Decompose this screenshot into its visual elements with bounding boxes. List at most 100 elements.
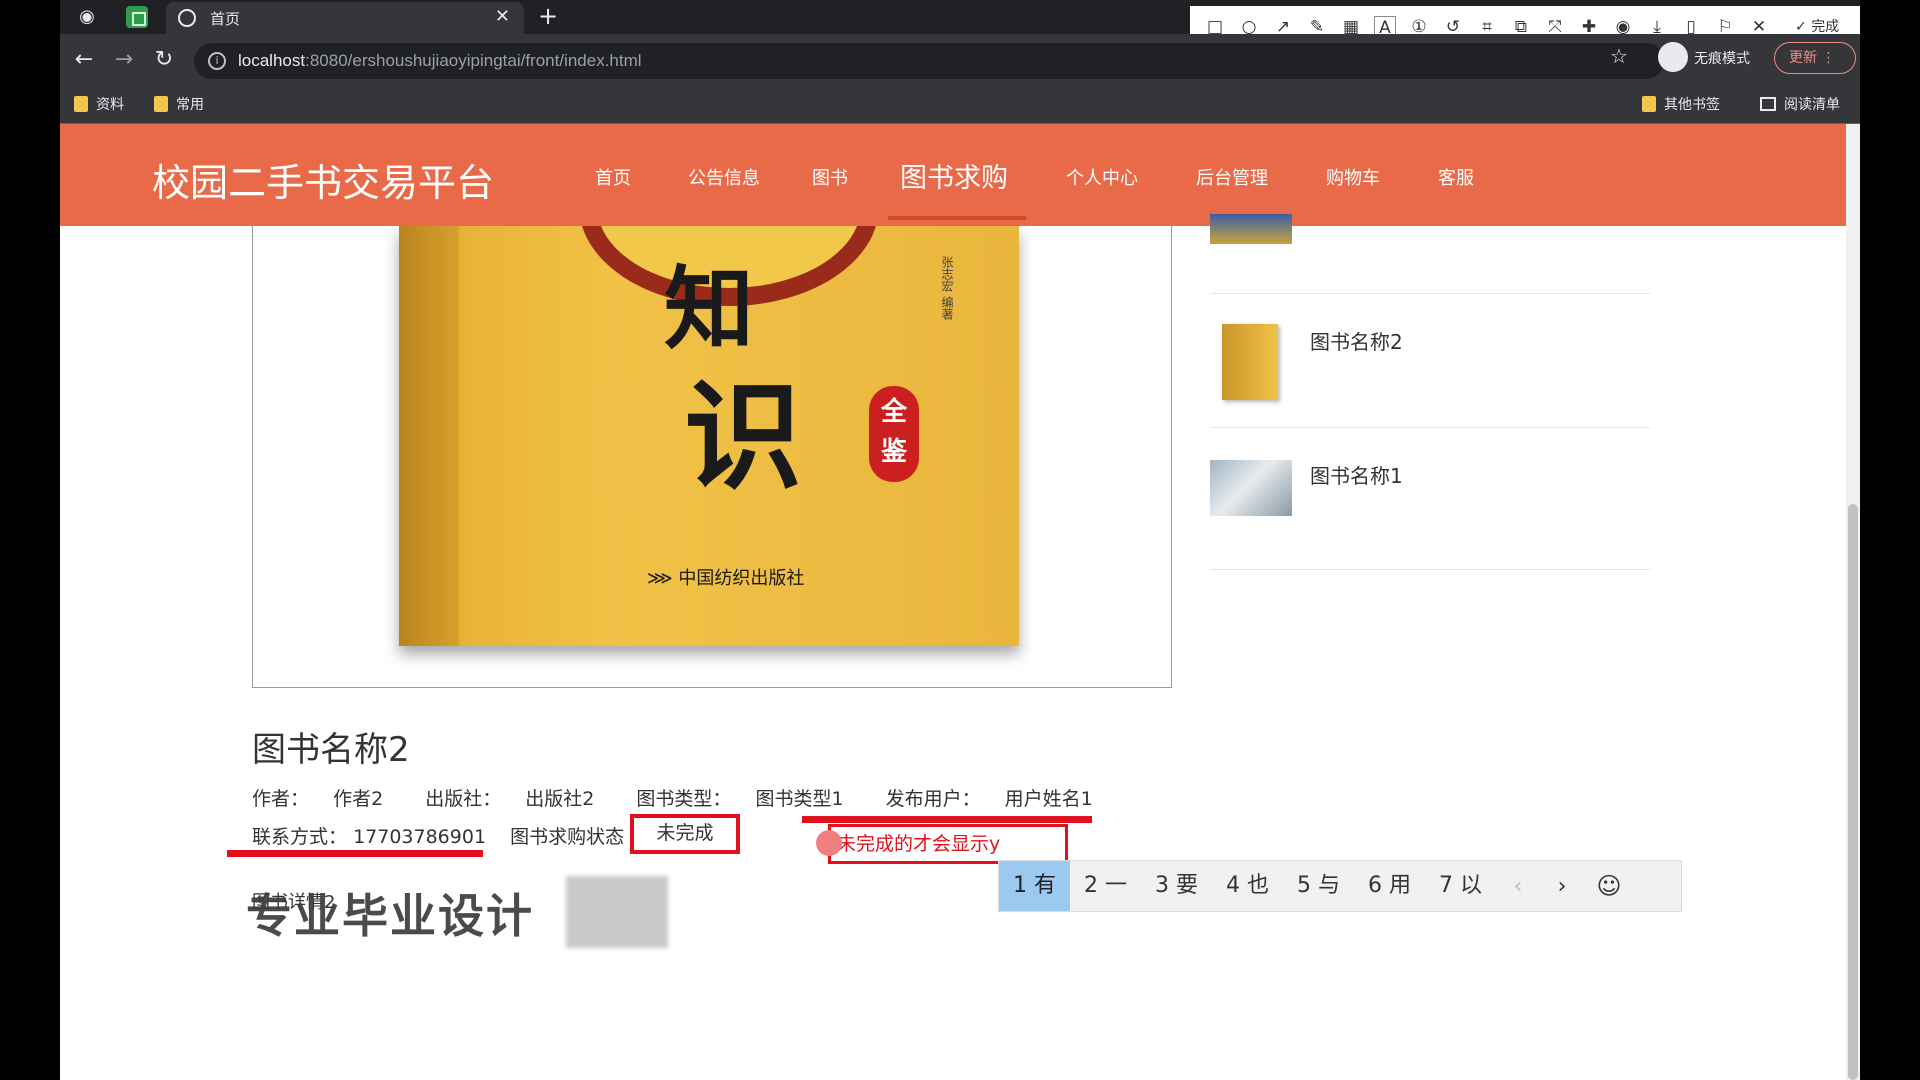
incognito-icon[interactable]: [1658, 42, 1688, 72]
active-nav-underline: [888, 216, 1026, 220]
nav-announcements[interactable]: 公告信息: [688, 164, 760, 190]
ime-next-icon[interactable]: ›: [1540, 874, 1584, 899]
bookmark-label: 常用: [176, 97, 204, 113]
ime-candidate[interactable]: 3 要: [1141, 861, 1212, 911]
type-label: 图书类型：: [636, 788, 732, 810]
contact-value: 17703786901: [353, 826, 487, 848]
update-label: 更新: [1789, 50, 1817, 66]
bookmarks-bar: 资料 常用 其他书签 阅读清单: [60, 88, 1860, 124]
reading-list-label: 阅读清单: [1784, 97, 1840, 113]
cover-vertical-text: 张志宏 编著: [940, 256, 954, 320]
sheets-tab-icon[interactable]: [126, 6, 148, 28]
sidebar-thumbnail: [1222, 324, 1278, 400]
watermark-text: 专业毕业设计: [246, 889, 534, 943]
publisher-value: 出版社2: [525, 788, 595, 810]
page-scrollbar[interactable]: [1846, 124, 1860, 1080]
ime-candidate[interactable]: 1 有: [999, 861, 1070, 911]
type-value: 图书类型1: [755, 788, 844, 810]
cover-badge: 全鉴: [869, 386, 919, 482]
page-content: 知 识 全鉴 张志宏 编著 ⋙ 中国纺织出版社 校园二手书交易平台 首页 公告信…: [60, 124, 1860, 1080]
bookmark-star-icon[interactable]: ☆: [1610, 44, 1628, 68]
ime-candidate[interactable]: 2 一: [1070, 861, 1141, 911]
nav-service[interactable]: 客服: [1438, 164, 1474, 190]
other-bookmarks-label: 其他书签: [1664, 97, 1720, 113]
url-path: :8080/ershoushujiaoyipingtai/front/index…: [305, 51, 642, 70]
nav-admin[interactable]: 后台管理: [1196, 164, 1268, 190]
nav-home[interactable]: 首页: [595, 164, 631, 190]
url-host: localhost: [238, 51, 306, 70]
ime-prev-icon[interactable]: ‹: [1496, 874, 1540, 899]
site-info-icon[interactable]: i: [208, 52, 226, 70]
book-cover-frame: 知 识 全鉴 张志宏 编著 ⋙ 中国纺织出版社: [252, 226, 1172, 688]
cover-publisher-name: 中国纺织出版社: [678, 568, 805, 589]
bookmark-label: 资料: [96, 97, 124, 113]
poster-field: 发布用户： 用户姓名1: [886, 788, 1111, 810]
book-contact-row: 联系方式： 17703786901 图书求购状态: [252, 822, 624, 849]
cover-char-2: 识: [684, 367, 803, 506]
back-icon[interactable]: ←: [68, 44, 100, 76]
tab-strip: ◉ 首页 ✕ + □ ○ ↗ ✎ ▦ A ① ↺ ⌗ ⧉ ⤧ ✚ ◉ ⤓ ▯ ⚐…: [60, 0, 1860, 94]
done-label: 完成: [1811, 19, 1840, 35]
cover-publisher: ⋙ 中国纺织出版社: [647, 568, 805, 589]
tab-home[interactable]: 首页 ✕: [166, 2, 524, 34]
emoji-icon[interactable]: ☺: [1584, 872, 1634, 900]
type-field: 图书类型： 图书类型1: [636, 788, 861, 810]
tab-title: 首页: [210, 11, 241, 28]
address-bar[interactable]: i localhost:8080/ershoushujiaoyipingtai/…: [194, 43, 1664, 79]
publisher-field: 出版社： 出版社2: [425, 788, 612, 810]
new-tab-button[interactable]: +: [538, 2, 558, 30]
contact-label: 联系方式：: [252, 826, 348, 848]
close-tab-icon[interactable]: ✕: [495, 6, 510, 27]
bookmark-folder-1[interactable]: 资料: [74, 94, 124, 114]
sidebar-item[interactable]: 图书名称1: [1210, 428, 1650, 570]
nav-personal-center[interactable]: 个人中心: [1066, 164, 1138, 190]
folder-icon: [1642, 96, 1656, 112]
nav-books[interactable]: 图书: [812, 164, 848, 190]
ime-candidate[interactable]: 5 与: [1283, 861, 1354, 911]
sidebar-thumbnail: [1210, 460, 1292, 516]
browser-window: ◉ 首页 ✕ + □ ○ ↗ ✎ ▦ A ① ↺ ⌗ ⧉ ⤧ ✚ ◉ ⤓ ▯ ⚐…: [60, 0, 1860, 1080]
other-bookmarks[interactable]: 其他书签: [1642, 94, 1720, 114]
sidebar-item[interactable]: 图书名称2: [1210, 294, 1650, 428]
sidebar-item-title[interactable]: 图书名称2: [1310, 326, 1403, 355]
sidebar-item-title[interactable]: 图书名称1: [1310, 460, 1403, 489]
status-label: 图书求购状态: [510, 826, 625, 848]
book-title: 图书名称2: [252, 730, 410, 770]
cover-spine: [399, 226, 459, 646]
ime-candidate[interactable]: 6 用: [1354, 861, 1425, 911]
folder-icon: [154, 96, 168, 112]
browser-logo-icon[interactable]: ◉: [76, 6, 98, 28]
reading-list[interactable]: 阅读清单: [1760, 94, 1840, 114]
author-value: 作者2: [333, 788, 384, 810]
author-field: 作者： 作者2: [252, 788, 401, 810]
cursor-highlight: [816, 830, 842, 856]
scrollbar-thumb[interactable]: [1848, 504, 1858, 1080]
annotation-underline: [227, 850, 483, 857]
annotation-line: [802, 816, 1092, 823]
annotation-text-input[interactable]: 未完成的才会显示y: [828, 824, 1068, 864]
reading-list-icon: [1760, 97, 1776, 111]
nav-cart[interactable]: 购物车: [1326, 164, 1380, 190]
address-toolbar: ← → ↻ i localhost:8080/ershoushujiaoyipi…: [60, 34, 1860, 88]
poster-label: 发布用户：: [885, 788, 981, 810]
blurred-region: [566, 876, 668, 948]
forward-icon[interactable]: →: [108, 44, 140, 76]
done-button[interactable]: ✓ 完成: [1795, 16, 1839, 36]
nav-book-requests[interactable]: 图书求购: [900, 156, 1008, 195]
ime-candidate-bar: 1 有 2 一 3 要 4 也 5 与 6 用 7 以 ‹ › ☺: [998, 860, 1682, 912]
author-label: 作者：: [252, 788, 310, 810]
sidebar-thumbnail: [1210, 214, 1292, 244]
screen: ◉ 首页 ✕ + □ ○ ↗ ✎ ▦ A ① ↺ ⌗ ⧉ ⤧ ✚ ◉ ⤓ ▯ ⚐…: [0, 0, 1920, 1080]
site-brand[interactable]: 校园二手书交易平台: [152, 152, 494, 207]
publisher-label: 出版社：: [425, 788, 502, 810]
reload-icon[interactable]: ↻: [148, 44, 180, 76]
update-button[interactable]: 更新 ⋮: [1774, 42, 1856, 74]
bookmark-folder-2[interactable]: 常用: [154, 94, 204, 114]
url-text[interactable]: localhost:8080/ershoushujiaoyipingtai/fr…: [238, 51, 642, 71]
sidebar-item-partial[interactable]: [1210, 194, 1650, 294]
folder-icon: [74, 96, 88, 112]
ime-candidate[interactable]: 4 也: [1212, 861, 1283, 911]
ime-candidate[interactable]: 7 以: [1425, 861, 1496, 911]
poster-value: 用户姓名1: [1004, 788, 1093, 810]
book-cover-image: 知 识 全鉴 张志宏 编著 ⋙ 中国纺织出版社: [399, 226, 1019, 646]
